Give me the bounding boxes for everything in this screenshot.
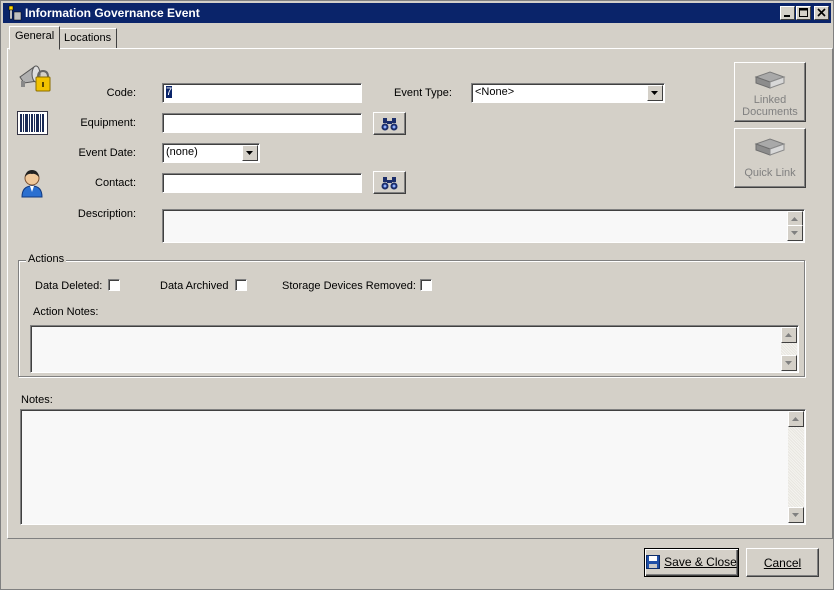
tab-locations[interactable]: Locations xyxy=(58,28,118,49)
cancel-label: Cancel xyxy=(763,556,802,570)
minimize-icon xyxy=(784,15,790,17)
linked-documents-button[interactable]: Linked Documents xyxy=(734,62,806,122)
maximize-icon xyxy=(799,8,808,17)
dialog-window: Information Governance Event General Loc… xyxy=(0,0,834,590)
description-label: Description: xyxy=(77,208,136,220)
data-archived-checkbox[interactable] xyxy=(235,279,247,291)
storage-removed-checkbox[interactable] xyxy=(420,279,432,291)
scroll-up-button[interactable] xyxy=(781,327,797,343)
event-date-picker[interactable]: (none) xyxy=(162,143,260,163)
chevron-down-icon xyxy=(792,513,799,517)
equipment-label: Equipment: xyxy=(80,117,136,129)
notes-scrollbar[interactable] xyxy=(788,411,804,523)
contact-label: Contact: xyxy=(95,177,136,189)
event-date-label: Event Date: xyxy=(78,147,136,159)
linked-documents-line2: Documents xyxy=(742,106,798,118)
minimize-button[interactable] xyxy=(780,6,795,20)
binoculars-icon xyxy=(381,177,397,190)
notes-label: Notes: xyxy=(21,394,53,406)
chevron-down-icon xyxy=(785,361,792,365)
save-close-label: Save & Close xyxy=(664,555,737,569)
event-type-select[interactable]: <None> xyxy=(471,83,665,103)
actions-legend: Actions xyxy=(26,253,67,265)
scroll-down-button[interactable] xyxy=(787,225,803,241)
chevron-down-icon xyxy=(791,231,798,235)
chevron-down-icon[interactable] xyxy=(647,85,663,101)
chevron-up-icon xyxy=(785,333,792,337)
tab-general[interactable]: General xyxy=(9,26,61,50)
equipment-input[interactable] xyxy=(162,113,362,133)
action-notes-input[interactable] xyxy=(30,325,799,373)
action-notes-scrollbar[interactable] xyxy=(781,327,797,371)
close-icon xyxy=(817,8,826,17)
close-button[interactable] xyxy=(814,6,829,20)
info-pin-icon xyxy=(6,5,22,21)
window-title: Information Governance Event xyxy=(25,6,200,20)
save-close-button[interactable]: Save & Close xyxy=(644,548,739,577)
contact-input[interactable] xyxy=(162,173,362,193)
description-scrollbar[interactable] xyxy=(787,211,803,241)
code-label: Code: xyxy=(106,87,136,99)
scroll-up-button[interactable] xyxy=(788,411,804,427)
description-input[interactable] xyxy=(162,209,805,243)
code-input[interactable]: 7 xyxy=(162,83,362,103)
lock-megaphone-icon xyxy=(16,61,52,98)
notes-input[interactable] xyxy=(20,409,806,525)
binoculars-icon xyxy=(381,118,397,131)
book-icon xyxy=(754,138,786,156)
person-icon xyxy=(20,168,44,201)
quick-link-button[interactable]: Quick Link xyxy=(734,128,806,188)
chevron-down-icon[interactable] xyxy=(242,145,258,161)
barcode-icon xyxy=(17,111,48,138)
quick-link-label: Quick Link xyxy=(744,167,796,179)
maximize-button[interactable] xyxy=(796,6,811,20)
equipment-lookup-button[interactable] xyxy=(373,112,406,135)
chevron-up-icon xyxy=(791,217,798,221)
data-archived-label: Data Archived xyxy=(160,280,229,292)
title-bar[interactable]: Information Governance Event xyxy=(3,3,831,23)
book-icon xyxy=(754,71,786,89)
cancel-button[interactable]: Cancel xyxy=(746,548,819,577)
event-date-value: (none) xyxy=(166,146,198,158)
code-value: 7 xyxy=(166,86,173,98)
action-notes-label: Action Notes: xyxy=(33,306,99,318)
floppy-disk-icon xyxy=(646,555,661,569)
linked-documents-line1: Linked xyxy=(753,94,787,106)
tab-general-label: General xyxy=(15,30,55,42)
storage-removed-label: Storage Devices Removed: xyxy=(282,280,416,292)
scroll-down-button[interactable] xyxy=(788,507,804,523)
contact-lookup-button[interactable] xyxy=(373,171,406,194)
event-type-label: Event Type: xyxy=(394,87,452,99)
chevron-up-icon xyxy=(792,417,799,421)
scroll-down-button[interactable] xyxy=(781,355,797,371)
data-deleted-label: Data Deleted: xyxy=(35,280,103,292)
data-deleted-checkbox[interactable] xyxy=(108,279,120,291)
event-type-value: <None> xyxy=(475,86,515,98)
tab-locations-label: Locations xyxy=(64,32,112,44)
